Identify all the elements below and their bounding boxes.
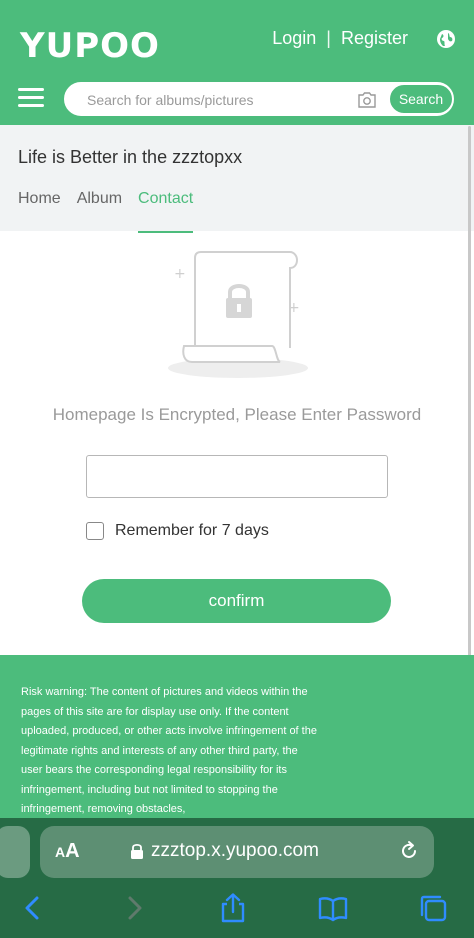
- lock-icon: [131, 843, 143, 859]
- confirm-button[interactable]: confirm: [82, 579, 391, 623]
- site-tabs: Home Album Contact: [18, 190, 209, 233]
- globe-icon[interactable]: [436, 29, 456, 49]
- site-title: Life is Better in the zzztopxx: [18, 147, 243, 167]
- share-icon[interactable]: [218, 893, 248, 923]
- url-text: zzztop.x.yupoo.com: [151, 840, 319, 861]
- search-button[interactable]: Search: [389, 84, 453, 114]
- camera-icon[interactable]: [357, 91, 377, 109]
- lock-illustration: + +: [168, 251, 308, 378]
- risk-warning-text: Risk warning: The content of pictures an…: [21, 686, 317, 815]
- remember-option[interactable]: Remember for 7 days: [86, 522, 269, 540]
- register-link[interactable]: Register: [341, 28, 408, 49]
- remember-checkbox[interactable]: [86, 522, 104, 540]
- reload-icon[interactable]: [398, 840, 420, 862]
- remember-label: Remember for 7 days: [115, 522, 269, 539]
- tab-album[interactable]: Album: [77, 190, 122, 232]
- yupoo-logo[interactable]: YUPOO: [20, 26, 160, 66]
- browser-toolbar: [0, 885, 474, 938]
- site-header: YUPOO Login | Register Search for albums…: [0, 0, 474, 125]
- search-bar: Search for albums/pictures Search: [64, 82, 454, 116]
- page-scrollbar[interactable]: [468, 126, 471, 746]
- login-link[interactable]: Login: [272, 28, 316, 49]
- tab-contact[interactable]: Contact: [138, 190, 194, 233]
- bookmarks-icon[interactable]: [318, 893, 348, 923]
- top-links: Login | Register: [272, 28, 456, 49]
- menu-icon[interactable]: [18, 88, 44, 108]
- search-input[interactable]: Search for albums/pictures: [87, 92, 254, 108]
- tab-home[interactable]: Home: [18, 190, 61, 232]
- previous-tab-preview[interactable]: [0, 826, 30, 878]
- encrypted-message: Homepage Is Encrypted, Please Enter Pass…: [52, 405, 422, 424]
- reader-options-button[interactable]: AA: [55, 840, 80, 863]
- link-separator: |: [326, 28, 331, 48]
- tabs-icon[interactable]: [418, 893, 448, 923]
- back-icon[interactable]: [17, 893, 47, 923]
- logo-text: YUPOO: [20, 26, 160, 66]
- password-field[interactable]: [86, 455, 388, 498]
- forward-icon[interactable]: [120, 893, 150, 923]
- svg-text:+: +: [174, 266, 186, 282]
- site-subheader: Life is Better in the zzztopxx Home Albu…: [0, 125, 474, 233]
- address-bar[interactable]: AA zzztop.x.yupoo.com: [40, 826, 434, 878]
